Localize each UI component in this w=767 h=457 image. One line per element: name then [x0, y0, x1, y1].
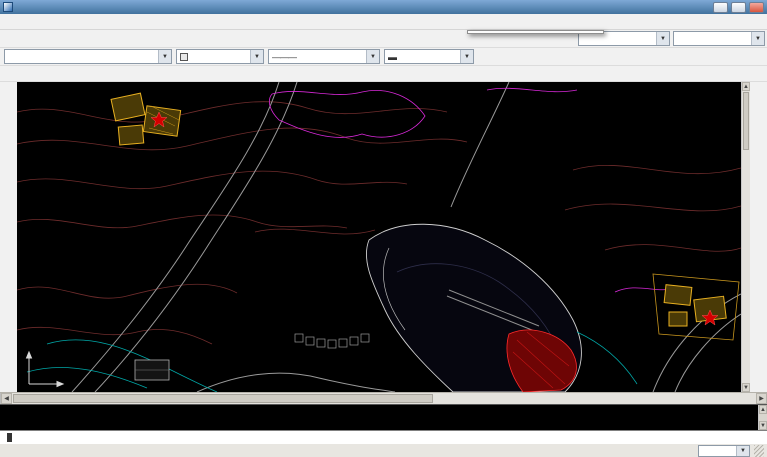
vertical-scrollbar[interactable]: ▲ ▼	[741, 82, 750, 392]
chevron-down-icon[interactable]: ▼	[460, 50, 473, 63]
linetype-sample-icon: ———	[272, 52, 296, 62]
command-scrollbar[interactable]: ▲ ▼	[758, 405, 767, 430]
horizontal-scrollbar[interactable]: ◀ ▶	[0, 393, 767, 404]
scroll-up-icon[interactable]: ▲	[742, 82, 750, 91]
scrollbar-thumb[interactable]	[13, 394, 433, 403]
resize-grip[interactable]	[754, 445, 764, 457]
scroll-up-icon[interactable]: ▲	[759, 405, 767, 414]
command-history: ▲ ▼	[0, 404, 767, 430]
color-swatch	[180, 53, 188, 61]
chevron-down-icon[interactable]: ▼	[656, 32, 669, 45]
minimize-button[interactable]	[713, 2, 728, 13]
chevron-down-icon[interactable]: ▼	[366, 50, 379, 63]
app-logo-icon	[3, 2, 13, 12]
close-button[interactable]	[749, 2, 764, 13]
linetype-combo[interactable]: ——— ▼	[268, 49, 380, 64]
chevron-down-icon[interactable]: ▼	[158, 50, 171, 63]
main-area: ▲ ▼	[0, 82, 767, 392]
color-combo[interactable]: ▼	[176, 49, 264, 64]
scroll-left-icon[interactable]: ◀	[1, 393, 12, 404]
lineweight-combo[interactable]: ▬ ▼	[384, 49, 474, 64]
chevron-down-icon[interactable]: ▼	[250, 50, 263, 63]
drawing-viewport[interactable]	[17, 82, 741, 392]
toilet-building	[135, 360, 169, 380]
scroll-down-icon[interactable]: ▼	[759, 421, 767, 430]
lineweight-sample-icon: ▬	[388, 52, 396, 62]
modify-toolbar	[750, 82, 767, 392]
layout-tab-bar: ◀ ▶	[0, 392, 767, 404]
chevron-down-icon[interactable]: ▼	[751, 32, 764, 45]
text-cursor	[7, 433, 12, 442]
scroll-down-icon[interactable]: ▼	[742, 383, 750, 392]
layer-combo[interactable]: ▼	[4, 49, 172, 64]
command-input[interactable]	[0, 430, 767, 443]
draw-toolbar	[0, 82, 17, 392]
maximize-button[interactable]	[731, 2, 746, 13]
drawing-canvas[interactable]	[17, 82, 741, 392]
dim-style-combo[interactable]: ▼	[673, 31, 765, 46]
scrollbar-thumb[interactable]	[743, 92, 749, 150]
view-tools-toolbar	[0, 66, 767, 82]
statistics-dropdown-menu	[467, 30, 604, 34]
scroll-right-icon[interactable]: ▶	[756, 393, 767, 404]
title-bar	[0, 0, 767, 14]
menu-bar	[0, 14, 767, 30]
scale-combo[interactable]: ▼	[698, 445, 750, 457]
layers-properties-toolbar: ▼ ▼ ——— ▼ ▬ ▼	[0, 48, 767, 66]
standard-toolbar: ▼ ▼	[0, 30, 767, 48]
chevron-down-icon[interactable]: ▼	[736, 446, 749, 456]
status-bar: ▼	[0, 443, 767, 457]
